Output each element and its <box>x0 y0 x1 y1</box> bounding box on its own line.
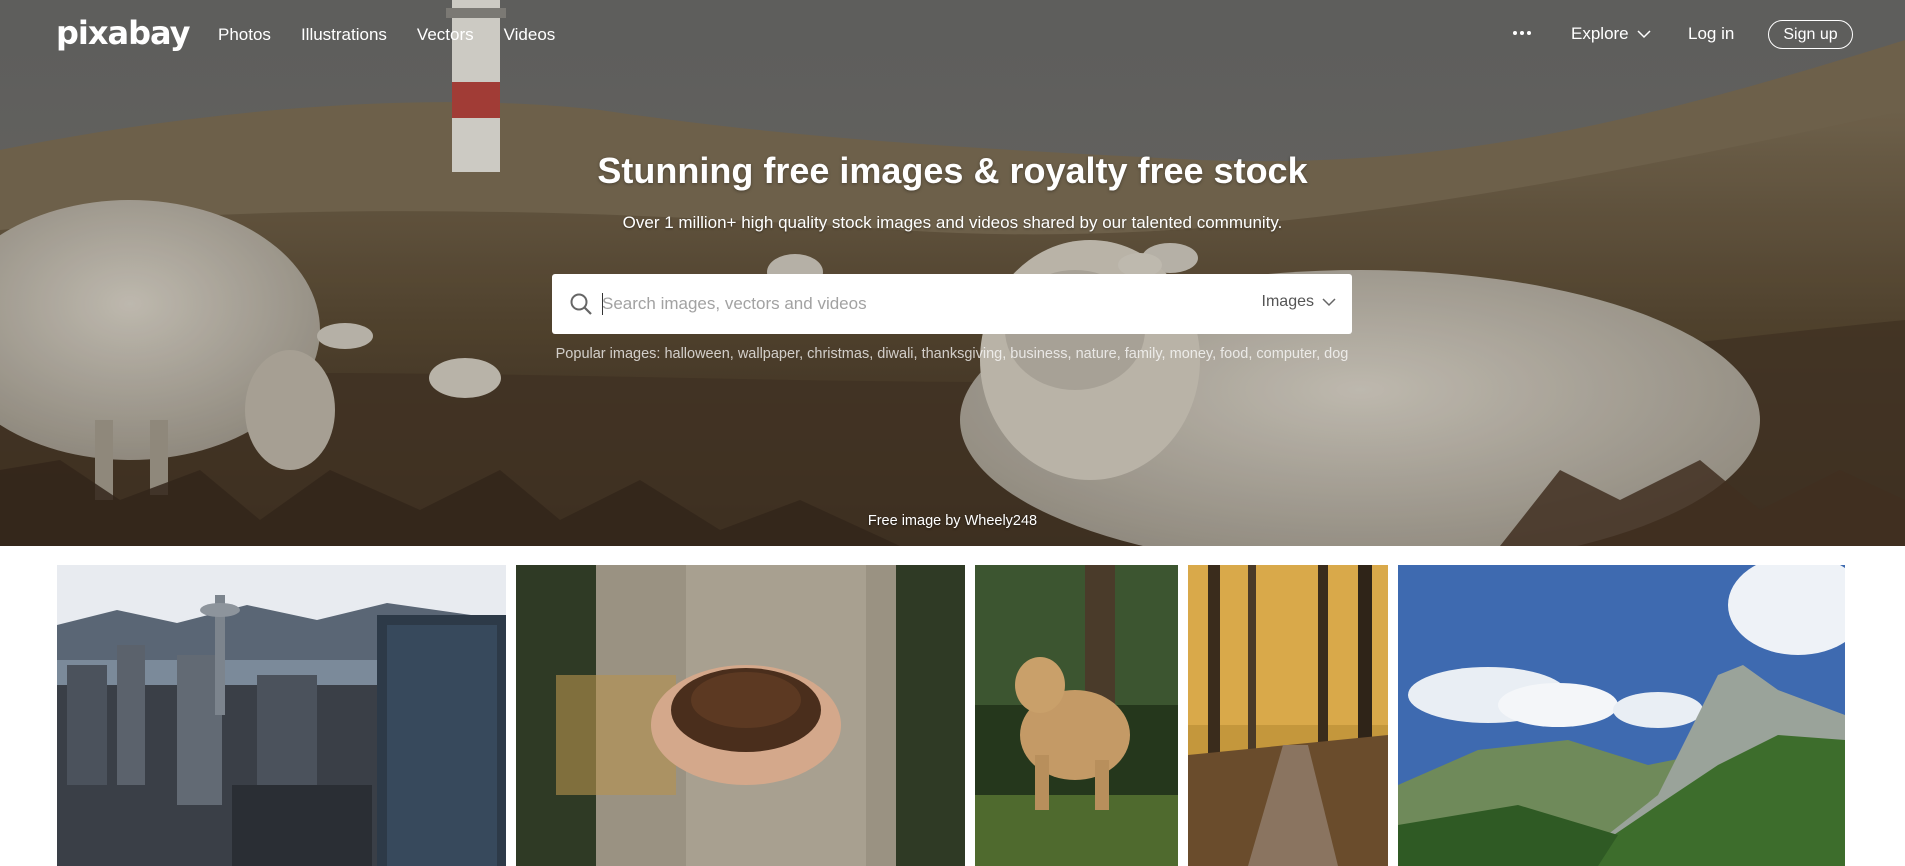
nav-link-photos[interactable]: Photos <box>218 25 271 45</box>
ellipsis-icon <box>1513 31 1531 35</box>
chevron-down-icon <box>1637 30 1651 39</box>
gallery-image-lioness[interactable] <box>975 565 1178 866</box>
gallery-image-mountain[interactable] <box>1398 565 1845 866</box>
primary-nav: Photos Illustrations Vectors Videos <box>218 25 555 45</box>
popular-tag-christmas[interactable]: christmas <box>807 346 869 362</box>
nav-link-vectors[interactable]: Vectors <box>417 25 474 45</box>
top-navigation: pixabay Photos Illustrations Vectors Vid… <box>0 0 1905 70</box>
gallery-image-coffee-beans[interactable] <box>516 565 965 866</box>
signup-button[interactable]: Sign up <box>1768 20 1853 49</box>
popular-tag-diwali[interactable]: diwali <box>877 346 913 362</box>
popular-tag-thanksgiving[interactable]: thanksgiving <box>922 346 1003 362</box>
popular-tag-dog[interactable]: dog <box>1324 346 1348 362</box>
lioness-image <box>975 565 1178 866</box>
nav-link-illustrations[interactable]: Illustrations <box>301 25 387 45</box>
popular-tag-food[interactable]: food <box>1220 346 1248 362</box>
gallery-image-city[interactable] <box>57 565 506 866</box>
hero-overlay <box>0 0 1905 546</box>
popular-tag-halloween[interactable]: halloween <box>664 346 729 362</box>
city-skyline-image <box>57 565 506 866</box>
more-menu-button[interactable] <box>1511 22 1533 50</box>
search-icon[interactable] <box>568 291 594 317</box>
popular-label: Popular images: <box>555 346 661 362</box>
search-type-label: Images <box>1261 293 1314 310</box>
text-cursor <box>602 293 603 315</box>
pixabay-logo[interactable]: pixabay <box>56 14 190 52</box>
hero-section: pixabay Photos Illustrations Vectors Vid… <box>0 0 1905 546</box>
hero-title: Stunning free images & royalty free stoc… <box>597 150 1308 191</box>
search-bar: Images <box>552 274 1352 334</box>
coffee-beans-hands-image <box>516 565 965 866</box>
explore-menu-button[interactable]: Explore <box>1571 24 1651 44</box>
mountain-landscape-image <box>1398 565 1845 866</box>
login-link[interactable]: Log in <box>1688 24 1734 44</box>
image-credit: Free image by Wheely248 <box>0 513 1905 529</box>
popular-tag-wallpaper[interactable]: wallpaper <box>738 346 799 362</box>
chevron-down-icon <box>1322 298 1336 307</box>
hero-subtitle: Over 1 million+ high quality stock image… <box>622 213 1283 232</box>
nav-link-videos[interactable]: Videos <box>504 25 556 45</box>
credit-prefix: Free image by <box>867 513 961 529</box>
credit-user-link[interactable]: Wheely248 <box>965 513 1038 529</box>
autumn-forest-image <box>1188 565 1388 866</box>
popular-searches: Popular images: halloween, wallpaper, ch… <box>555 346 1349 362</box>
explore-label: Explore <box>1571 24 1629 43</box>
popular-tag-family[interactable]: family <box>1125 346 1162 362</box>
popular-tag-money[interactable]: money <box>1170 346 1212 362</box>
gallery-image-autumn-forest[interactable] <box>1188 565 1388 866</box>
popular-tag-business[interactable]: business <box>1010 346 1067 362</box>
popular-tag-nature[interactable]: nature <box>1076 346 1117 362</box>
popular-tag-computer[interactable]: computer <box>1256 346 1316 362</box>
search-type-dropdown[interactable]: Images <box>1262 293 1336 311</box>
search-input[interactable] <box>602 274 1202 334</box>
